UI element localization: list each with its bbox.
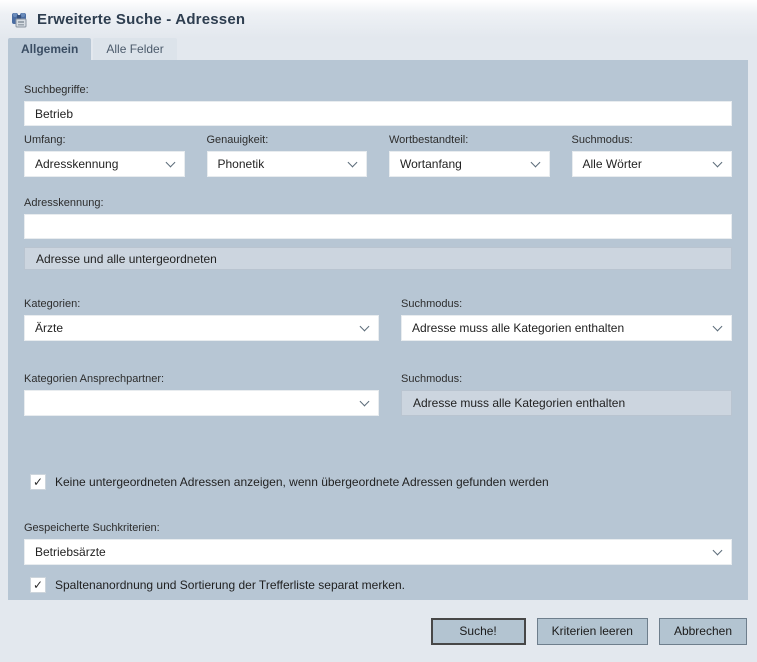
untergeordnete-checkbox-row: ✓ Keine untergeordneten Adressen anzeige… xyxy=(24,474,732,490)
gespeicherte-suchkriterien-dropdown[interactable]: Betriebsärzte xyxy=(24,539,732,565)
genauigkeit-label: Genauigkeit: xyxy=(207,134,368,147)
untergeordnete-checkbox[interactable]: ✓ xyxy=(30,474,46,490)
adresskennung-group: Adresskennung: Adresse und alle untergeo… xyxy=(24,197,732,270)
kategorien-ansprechpartner-dropdown[interactable] xyxy=(24,390,379,416)
chevron-down-icon xyxy=(348,157,358,167)
ansprechpartner-suchmodus-group: Suchmodus: Adresse muss alle Kategorien … xyxy=(401,373,732,416)
ansprechpartner-suchmodus-label: Suchmodus: xyxy=(401,373,732,386)
genauigkeit-value: Phonetik xyxy=(218,157,265,171)
suchmodus-label: Suchmodus: xyxy=(572,134,733,147)
ansprechpartner-row: Kategorien Ansprechpartner: Suchmodus: A… xyxy=(24,373,732,416)
chevron-down-icon xyxy=(360,321,370,331)
tab-bar: Allgemein Alle Felder xyxy=(0,38,757,60)
chevron-down-icon xyxy=(530,157,540,167)
kategorien-ansprechpartner-label: Kategorien Ansprechpartner: xyxy=(24,373,379,386)
adresskennung-label: Adresskennung: xyxy=(24,197,732,210)
ansprechpartner-suchmodus-value: Adresse muss alle Kategorien enthalten xyxy=(413,396,625,410)
dialog-footer: Suche! Kriterien leeren Abbrechen xyxy=(0,600,757,662)
adresskennung-scope-value: Adresse und alle untergeordneten xyxy=(36,252,217,266)
ansprechpartner-suchmodus-field: Adresse muss alle Kategorien enthalten xyxy=(401,390,732,416)
kategorien-group: Kategorien: Ärzte xyxy=(24,298,379,341)
wortbestandteil-value: Wortanfang xyxy=(400,157,462,171)
kategorien-suchmodus-value: Adresse muss alle Kategorien enthalten xyxy=(412,321,624,335)
chevron-down-icon xyxy=(713,545,723,555)
kategorien-suchmodus-dropdown[interactable]: Adresse muss alle Kategorien enthalten xyxy=(401,315,732,341)
kategorien-ansprechpartner-group: Kategorien Ansprechpartner: xyxy=(24,373,379,416)
wortbestandteil-group: Wortbestandteil: Wortanfang xyxy=(389,134,550,177)
tab-panel-allgemein: Suchbegriffe: Umfang: Adresskennung Gena… xyxy=(8,60,748,600)
adresskennung-input[interactable] xyxy=(24,214,732,239)
spalten-checkbox-row: ✓ Spaltenanordnung und Sortierung der Tr… xyxy=(24,577,732,593)
gespeicherte-suchkriterien-label: Gespeicherte Suchkriterien: xyxy=(24,522,732,535)
kategorien-suchmodus-group: Suchmodus: Adresse muss alle Kategorien … xyxy=(401,298,732,341)
umfang-group: Umfang: Adresskennung xyxy=(24,134,185,177)
suchmodus-group: Suchmodus: Alle Wörter xyxy=(572,134,733,177)
wortbestandteil-label: Wortbestandteil: xyxy=(389,134,550,147)
check-icon: ✓ xyxy=(33,476,43,488)
kategorien-suchmodus-label: Suchmodus: xyxy=(401,298,732,311)
spalten-checkbox-label: Spaltenanordnung und Sortierung der Tref… xyxy=(55,578,405,592)
adresskennung-scope-field: Adresse und alle untergeordneten xyxy=(24,247,732,270)
kategorien-dropdown[interactable]: Ärzte xyxy=(24,315,379,341)
umfang-value: Adresskennung xyxy=(35,157,118,171)
spalten-checkbox[interactable]: ✓ xyxy=(30,577,46,593)
suchmodus-value: Alle Wörter xyxy=(583,157,642,171)
chevron-down-icon xyxy=(713,321,723,331)
tab-allgemein[interactable]: Allgemein xyxy=(8,38,91,60)
search-options-row: Umfang: Adresskennung Genauigkeit: Phone… xyxy=(24,134,732,177)
kategorien-label: Kategorien: xyxy=(24,298,379,311)
advanced-search-dialog: Erweiterte Suche - Adressen Allgemein Al… xyxy=(0,0,757,662)
check-icon: ✓ xyxy=(33,579,43,591)
kategorien-value: Ärzte xyxy=(35,321,63,335)
genauigkeit-group: Genauigkeit: Phonetik xyxy=(207,134,368,177)
chevron-down-icon xyxy=(713,157,723,167)
untergeordnete-checkbox-label: Keine untergeordneten Adressen anzeigen,… xyxy=(55,475,549,489)
abbrechen-button[interactable]: Abbrechen xyxy=(659,618,747,645)
chevron-down-icon xyxy=(360,396,370,406)
gespeicherte-suchkriterien-group: Gespeicherte Suchkriterien: Betriebsärzt… xyxy=(24,522,732,565)
dialog-title: Erweiterte Suche - Adressen xyxy=(37,11,245,28)
suche-button[interactable]: Suche! xyxy=(431,618,526,645)
umfang-label: Umfang: xyxy=(24,134,185,147)
suchbegriffe-group: Suchbegriffe: xyxy=(24,84,732,126)
suchbegriffe-label: Suchbegriffe: xyxy=(24,84,732,97)
kriterien-leeren-button[interactable]: Kriterien leeren xyxy=(537,618,648,645)
dialog-titlebar: Erweiterte Suche - Adressen xyxy=(0,0,757,38)
chevron-down-icon xyxy=(165,157,175,167)
genauigkeit-dropdown[interactable]: Phonetik xyxy=(207,151,368,177)
tab-alle-felder[interactable]: Alle Felder xyxy=(93,38,176,60)
kategorien-row: Kategorien: Ärzte Suchmodus: Adresse mus… xyxy=(24,298,732,341)
wortbestandteil-dropdown[interactable]: Wortanfang xyxy=(389,151,550,177)
gespeicherte-suchkriterien-value: Betriebsärzte xyxy=(35,545,106,559)
suchbegriffe-input[interactable] xyxy=(24,101,732,126)
umfang-dropdown[interactable]: Adresskennung xyxy=(24,151,185,177)
binoculars-search-icon xyxy=(10,10,29,29)
suchmodus-dropdown[interactable]: Alle Wörter xyxy=(572,151,733,177)
